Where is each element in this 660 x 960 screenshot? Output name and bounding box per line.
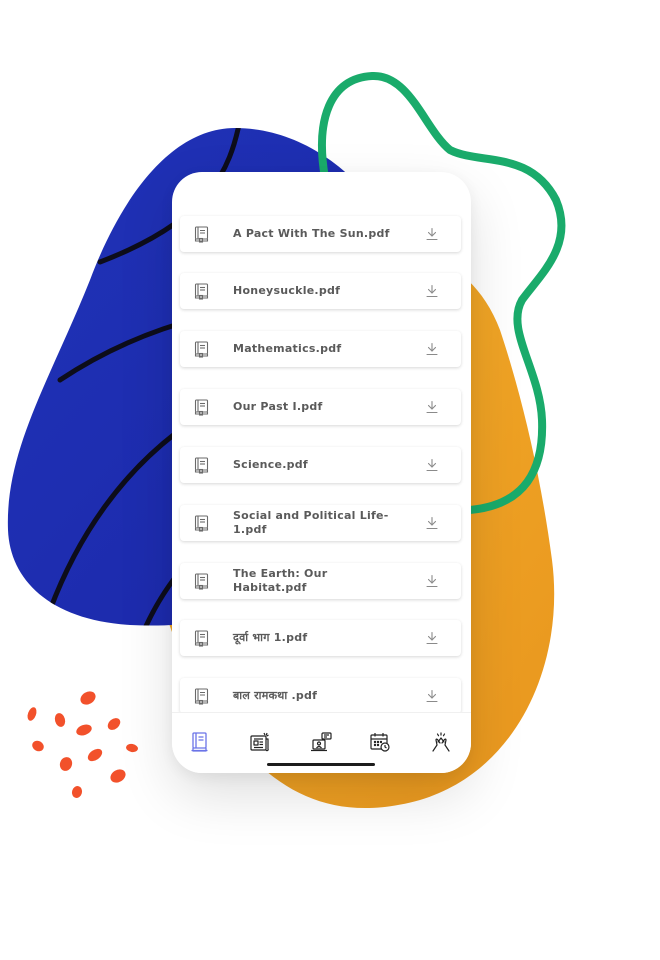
list-item[interactable]: Social and Political Life-1.pdf: [180, 505, 461, 541]
list-item[interactable]: Our Past I.pdf: [180, 389, 461, 425]
file-name: Social and Political Life-1.pdf: [233, 509, 389, 536]
download-icon[interactable]: [425, 631, 439, 645]
list-item[interactable]: Honeysuckle.pdf: [180, 273, 461, 309]
file-name: दूर्वा भाग 1.pdf: [233, 631, 308, 644]
file-name: Honeysuckle.pdf: [233, 284, 341, 297]
home-indicator[interactable]: [267, 763, 375, 766]
list-item[interactable]: दूर्वा भाग 1.pdf: [180, 620, 461, 656]
newspaper-icon[interactable]: [248, 731, 270, 753]
book-icon: [194, 399, 209, 416]
file-name: Science.pdf: [233, 458, 308, 471]
online-class-icon[interactable]: [310, 731, 332, 753]
file-name: Mathematics.pdf: [233, 342, 342, 355]
list-item[interactable]: A Pact With The Sun.pdf: [180, 216, 461, 252]
phone-screen: A Pact With The Sun.pdf Honeysuckle.pdf …: [172, 172, 471, 773]
list-item[interactable]: Mathematics.pdf: [180, 331, 461, 367]
download-icon[interactable]: [425, 458, 439, 472]
file-name: A Pact With The Sun.pdf: [233, 227, 390, 240]
file-name: बाल रामकथा .pdf: [233, 689, 318, 702]
download-icon[interactable]: [425, 284, 439, 298]
file-name: The Earth: Our Habitat.pdf: [233, 567, 328, 594]
book-icon: [194, 515, 209, 532]
download-icon[interactable]: [425, 227, 439, 241]
book-icon: [194, 341, 209, 358]
book-icon: [194, 283, 209, 300]
file-name: Our Past I.pdf: [233, 400, 323, 413]
calendar-icon[interactable]: [369, 731, 391, 753]
books-icon[interactable]: [189, 731, 211, 753]
download-icon[interactable]: [425, 574, 439, 588]
book-icon: [194, 630, 209, 647]
list-item[interactable]: The Earth: Our Habitat.pdf: [180, 563, 461, 599]
download-icon[interactable]: [425, 342, 439, 356]
book-icon: [194, 457, 209, 474]
download-icon[interactable]: [425, 689, 439, 703]
book-icon: [194, 226, 209, 243]
book-icon: [194, 573, 209, 590]
list-item[interactable]: Science.pdf: [180, 447, 461, 483]
list-item[interactable]: बाल रामकथा .pdf: [180, 678, 461, 714]
red-splatter: [27, 691, 138, 798]
download-icon[interactable]: [425, 516, 439, 530]
high-five-icon[interactable]: [430, 731, 452, 753]
book-icon: [194, 688, 209, 705]
download-icon[interactable]: [425, 400, 439, 414]
